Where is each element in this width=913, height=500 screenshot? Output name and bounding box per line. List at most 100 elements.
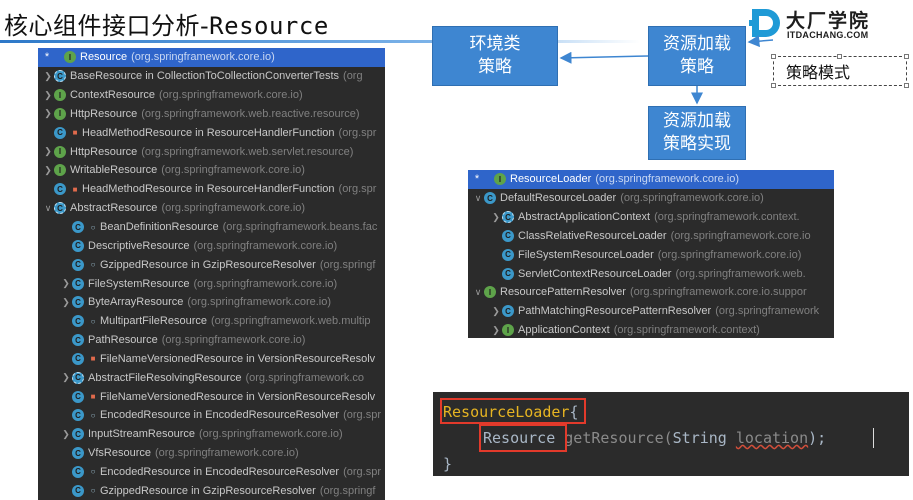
logo-mark-icon xyxy=(749,9,780,37)
tree-row[interactable]: C ○ EncodedResource in EncodedResourceReso… xyxy=(38,463,385,482)
highlight-resource xyxy=(479,424,567,452)
arrow-load-to-env xyxy=(559,51,649,64)
package-name: (org xyxy=(343,70,363,83)
class-icon: C xyxy=(502,248,514,261)
focus-star-icon: * xyxy=(474,173,480,186)
class-icon: C xyxy=(72,465,84,478)
tree-row[interactable]: ❯ C BaseResource in CollectionToCollection… xyxy=(38,67,385,86)
package-name: (org.springframework xyxy=(715,305,820,318)
resourceloader-hierarchy-tree[interactable]: * I ResourceLoader (org.springframework.cor… xyxy=(468,170,834,338)
expand-chevron-icon[interactable]: ❯ xyxy=(490,306,502,317)
resize-handle[interactable] xyxy=(771,83,776,88)
box-line: 策略实现 xyxy=(663,134,731,154)
tree-row[interactable]: C ServletContextResourceLoader (org.spring… xyxy=(468,264,834,283)
tree-row[interactable]: * I Resource (org.springframework.core.io) xyxy=(38,48,385,67)
type-name: VfsResource xyxy=(88,447,151,460)
expand-chevron-icon[interactable]: ❯ xyxy=(60,278,72,289)
type-name: DescriptiveResource xyxy=(88,239,190,252)
expand-chevron-icon[interactable]: ❯ xyxy=(42,165,54,176)
type-name: HeadMethodResource in ResourceHandlerFun… xyxy=(82,183,335,196)
tree-row[interactable]: C FileSystemResourceLoader (org.springfram… xyxy=(468,245,834,264)
expand-chevron-icon[interactable]: ❯ xyxy=(490,212,502,223)
tree-row[interactable]: ❯ C InputStreamResource (org.springframewor… xyxy=(38,425,385,444)
package-private-icon: ○ xyxy=(90,316,96,326)
package-name: (org.springframework.core.io) xyxy=(199,428,343,441)
tree-row[interactable]: C ○ MultipartFileResource (org.springframew… xyxy=(38,312,385,331)
collapse-chevron-icon[interactable]: ∨ xyxy=(472,193,484,204)
expand-chevron-icon[interactable]: ❯ xyxy=(60,429,72,440)
logo-text-en: ITDACHANG.COM xyxy=(787,30,869,40)
class-icon: C xyxy=(72,484,84,497)
package-name: (org.spr xyxy=(338,126,377,139)
tree-row[interactable]: * I ResourceLoader (org.springframework.cor… xyxy=(468,170,834,189)
tree-row[interactable]: C ■ HeadMethodResource in ResourceHandlerF… xyxy=(38,180,385,199)
package-name: (org.spr xyxy=(343,465,381,478)
tree-row[interactable]: C DescriptiveResource (org.springframework… xyxy=(38,236,385,255)
resource-hierarchy-tree[interactable]: * I Resource (org.springframework.core.io) ❯… xyxy=(38,48,385,500)
tree-row[interactable]: ❯ C AbstractApplicationContext (org.springf… xyxy=(468,208,834,227)
package-name: (org.springframework.web.servlet.resourc… xyxy=(141,145,354,158)
tree-row[interactable]: ❯ C FileSystemResource (org.springframework… xyxy=(38,274,385,293)
expand-chevron-icon[interactable]: ❯ xyxy=(60,297,72,308)
type-name: GzippedResource in GzipResourceResolver xyxy=(100,258,316,271)
tree-row[interactable]: ❯ I WritableResource (org.springframework.c… xyxy=(38,161,385,180)
expand-chevron-icon[interactable]: ❯ xyxy=(42,108,54,119)
type-name: ByteArrayResource xyxy=(88,296,184,309)
interface-icon: I xyxy=(54,164,66,177)
tree-row[interactable]: C ClassRelativeResourceLoader (org.springf… xyxy=(468,227,834,246)
package-name: (org.springframework.web.multip xyxy=(210,315,371,328)
tree-row[interactable]: C ○ EncodedResource in EncodedResourceReso… xyxy=(38,406,385,425)
expand-chevron-icon[interactable]: ❯ xyxy=(42,71,54,82)
tree-row[interactable]: ❯ I ApplicationContext (org.springframework… xyxy=(468,321,834,338)
package-name: (org.springframework.web. xyxy=(675,267,806,280)
code-editor[interactable]: ResourceLoader{ Resource getResource(Str… xyxy=(433,392,909,476)
tree-row[interactable]: ❯ C PathMatchingResourcePatternResolver (or… xyxy=(468,302,834,321)
type-name: HttpResource xyxy=(70,107,138,120)
tree-row[interactable]: C ○ GzippedResource in GzipResourceResolve… xyxy=(38,255,385,274)
type-name: BaseResource in CollectionToCollectionCo… xyxy=(70,70,340,83)
collapse-chevron-icon[interactable]: ∨ xyxy=(42,203,54,214)
tree-row[interactable]: ❯ C ByteArrayResource (org.springframework.… xyxy=(38,293,385,312)
resize-handle[interactable] xyxy=(771,54,776,59)
expand-chevron-icon[interactable]: ❯ xyxy=(42,146,54,157)
interface-icon: I xyxy=(54,145,66,158)
tree-row[interactable]: C ○ GzippedResource in GzipResourceResolve… xyxy=(38,481,385,500)
type-name: PathMatchingResourcePatternResolver xyxy=(518,305,712,318)
tree-row[interactable]: C ■ FileNameVersionedResource in VersionRe… xyxy=(38,350,385,369)
strategy-pattern-label[interactable]: 策略模式 xyxy=(771,54,909,88)
type-name: AbstractFileResolvingResource xyxy=(88,371,242,384)
tree-row[interactable]: ❯ C AbstractFileResolvingResource (org.spri… xyxy=(38,368,385,387)
class-icon: C xyxy=(72,315,84,328)
class-icon: C xyxy=(72,352,84,365)
expand-chevron-icon[interactable]: ❯ xyxy=(42,90,54,101)
package-name: (org.springframework.core.io) xyxy=(161,334,306,347)
tree-row[interactable]: ❯ I HttpResource (org.springframework.web.r… xyxy=(38,105,385,124)
package-private-icon: ○ xyxy=(90,467,96,477)
resize-handle[interactable] xyxy=(904,54,909,59)
title-english: Resource xyxy=(209,12,329,40)
package-name: (org.springframework.core.io) xyxy=(620,192,764,205)
collapse-chevron-icon[interactable]: ∨ xyxy=(472,287,484,298)
expand-chevron-icon[interactable]: ❯ xyxy=(60,372,72,383)
expand-chevron-icon[interactable]: ❯ xyxy=(490,325,502,336)
tree-row[interactable]: C ■ FileNameVersionedResource in VersionRe… xyxy=(38,387,385,406)
interface-icon: I xyxy=(494,173,506,186)
resize-handle[interactable] xyxy=(904,83,909,88)
resize-handle[interactable] xyxy=(837,54,842,59)
tree-row[interactable]: C ■ HeadMethodResource in ResourceHandlerF… xyxy=(38,123,385,142)
tree-row[interactable]: C VfsResource (org.springframework.core.io… xyxy=(38,444,385,463)
tree-row[interactable]: ∨ C DefaultResourceLoader (org.springframew… xyxy=(468,189,834,208)
tree-row[interactable]: ∨ I ResourcePatternResolver (org.springfram… xyxy=(468,283,834,302)
tree-row[interactable]: C ○ BeanDefinitionResource (org.springframe… xyxy=(38,218,385,237)
type-name: ClassRelativeResourceLoader xyxy=(518,229,667,242)
tree-row[interactable]: ❯ I HttpResource (org.springframework.web.s… xyxy=(38,142,385,161)
tree-row[interactable]: C PathResource (org.springframework.core.i… xyxy=(38,331,385,350)
page-title: 核心组件接口分析-Resource xyxy=(4,6,329,41)
type-name: PathResource xyxy=(88,334,158,347)
tree-row[interactable]: ∨ C AbstractResource (org.springframework.c… xyxy=(38,199,385,218)
type-name: FileSystemResourceLoader xyxy=(518,248,654,261)
tree-row[interactable]: ❯ I ContextResource (org.springframework.co… xyxy=(38,86,385,105)
type-name: FileSystemResource xyxy=(88,277,190,290)
private-lock-icon: ■ xyxy=(90,392,96,402)
box-line: 策略 xyxy=(478,57,512,77)
